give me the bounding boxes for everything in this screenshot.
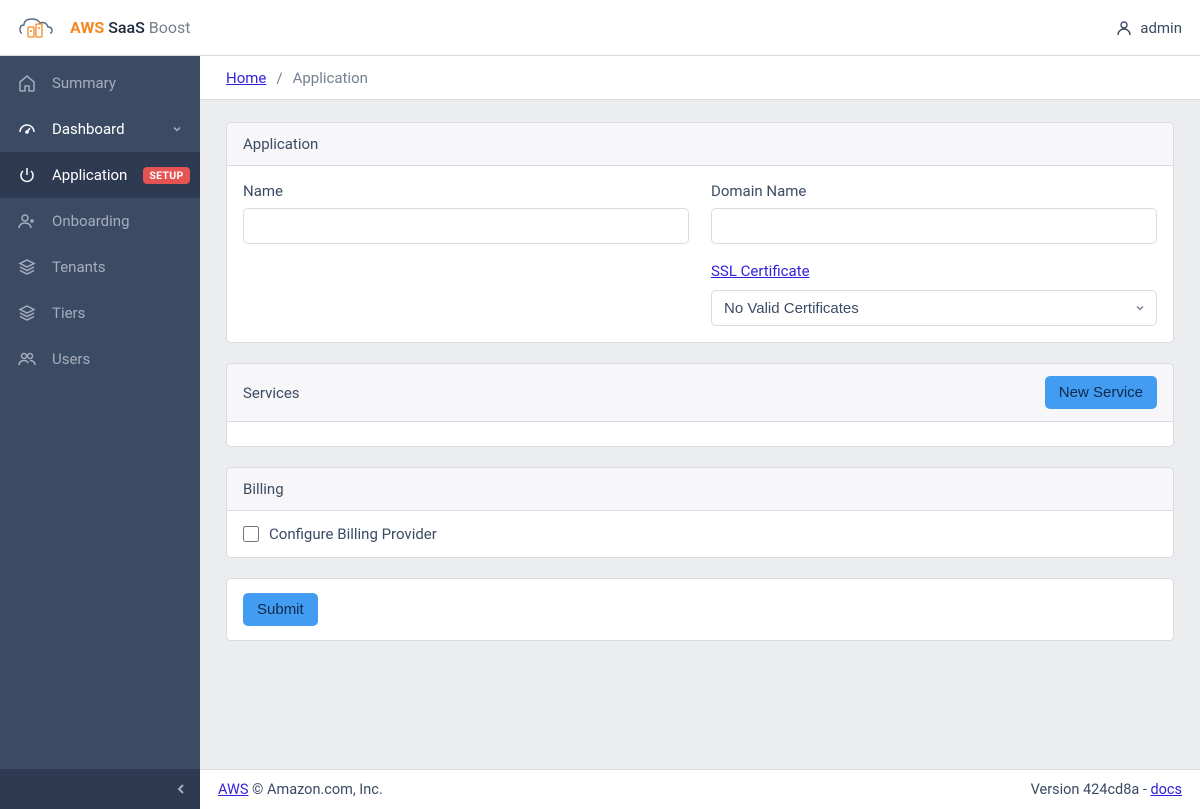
sidebar-item-label: Users bbox=[52, 350, 182, 368]
sidebar-item-label: Onboarding bbox=[52, 212, 182, 230]
brand-aws: AWS bbox=[70, 18, 104, 37]
user-icon bbox=[1116, 20, 1132, 36]
ssl-certificate-link[interactable]: SSL Certificate bbox=[711, 262, 1157, 280]
card-title: Billing bbox=[243, 480, 284, 498]
speedometer-icon bbox=[18, 120, 36, 138]
power-icon bbox=[18, 166, 36, 184]
footer-aws-link[interactable]: AWS bbox=[218, 781, 248, 798]
footer-version: 424cd8a bbox=[1083, 781, 1139, 798]
sidebar-item-label: Summary bbox=[52, 74, 182, 92]
footer-copyright: © Amazon.com, Inc. bbox=[248, 781, 382, 798]
sidebar-item-dashboard[interactable]: Dashboard bbox=[0, 106, 200, 152]
new-service-button[interactable]: New Service bbox=[1045, 376, 1157, 409]
sidebar-item-label: Tenants bbox=[52, 258, 182, 276]
billing-checkbox-label: Configure Billing Provider bbox=[269, 525, 437, 543]
sidebar-item-application[interactable]: Application SETUP bbox=[0, 152, 200, 198]
brand-text: AWS SaaS Boost bbox=[70, 18, 191, 37]
ssl-certificate-select[interactable]: No Valid Certificates bbox=[711, 290, 1157, 326]
setup-badge: SETUP bbox=[143, 167, 189, 184]
chevron-down-icon bbox=[172, 124, 182, 134]
breadcrumb-current: Application bbox=[293, 69, 368, 87]
footer-left: AWS © Amazon.com, Inc. bbox=[218, 781, 383, 798]
home-icon bbox=[18, 74, 36, 92]
name-input[interactable] bbox=[243, 208, 689, 244]
card-title: Application bbox=[243, 135, 318, 153]
billing-card-header: Billing bbox=[227, 468, 1173, 511]
breadcrumb-separator: / bbox=[276, 69, 282, 87]
services-card-body bbox=[227, 422, 1173, 446]
user-menu[interactable]: admin bbox=[1116, 19, 1182, 37]
footer-version-prefix: Version bbox=[1031, 781, 1083, 798]
breadcrumb: Home / Application bbox=[200, 56, 1200, 100]
main: Home / Application Application Name bbox=[200, 56, 1200, 809]
card-title: Services bbox=[243, 384, 300, 402]
domain-input[interactable] bbox=[711, 208, 1157, 244]
footer-dash: - bbox=[1139, 781, 1150, 798]
layers-icon bbox=[18, 304, 36, 322]
user-plus-icon bbox=[18, 212, 36, 230]
sidebar-item-summary[interactable]: Summary bbox=[0, 60, 200, 106]
chevron-left-icon bbox=[176, 783, 186, 795]
user-name: admin bbox=[1140, 19, 1182, 37]
breadcrumb-home-link[interactable]: Home bbox=[226, 69, 266, 87]
services-card: Services New Service bbox=[226, 363, 1174, 447]
topbar: AWS SaaS Boost admin bbox=[0, 0, 1200, 56]
billing-card: Billing Configure Billing Provider bbox=[226, 467, 1174, 558]
domain-label: Domain Name bbox=[711, 182, 1157, 200]
users-icon bbox=[18, 350, 36, 368]
brand-boost: Boost bbox=[149, 18, 191, 37]
application-card: Application Name Domain Name SSL Certi bbox=[226, 122, 1174, 343]
footer: AWS © Amazon.com, Inc. Version 424cd8a -… bbox=[200, 769, 1200, 809]
logo-icon bbox=[18, 13, 62, 43]
configure-billing-checkbox[interactable] bbox=[243, 526, 259, 542]
layers-icon bbox=[18, 258, 36, 276]
sidebar-item-onboarding[interactable]: Onboarding bbox=[0, 198, 200, 244]
sidebar: Summary Dashboard Application bbox=[0, 56, 200, 809]
footer-docs-link[interactable]: docs bbox=[1150, 781, 1182, 798]
sidebar-collapse-button[interactable] bbox=[0, 769, 200, 809]
billing-checkbox-row[interactable]: Configure Billing Provider bbox=[243, 525, 1157, 543]
sidebar-item-label: Application bbox=[52, 166, 127, 184]
sidebar-item-tenants[interactable]: Tenants bbox=[0, 244, 200, 290]
sidebar-item-label: Dashboard bbox=[52, 120, 156, 138]
sidebar-item-tiers[interactable]: Tiers bbox=[0, 290, 200, 336]
services-card-header: Services New Service bbox=[227, 364, 1173, 422]
brand-saas: SaaS bbox=[108, 18, 145, 37]
sidebar-item-users[interactable]: Users bbox=[0, 336, 200, 382]
footer-right: Version 424cd8a - docs bbox=[1031, 781, 1182, 798]
brand: AWS SaaS Boost bbox=[18, 13, 191, 43]
submit-card: Submit bbox=[226, 578, 1174, 641]
sidebar-item-label: Tiers bbox=[52, 304, 182, 322]
application-card-header: Application bbox=[227, 123, 1173, 166]
name-label: Name bbox=[243, 182, 689, 200]
submit-button[interactable]: Submit bbox=[243, 593, 318, 626]
